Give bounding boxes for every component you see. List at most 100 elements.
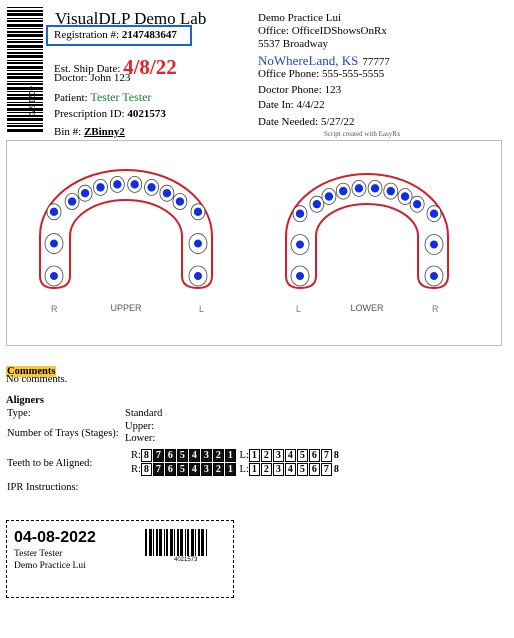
- tooth-number-box[interactable]: 8: [332, 450, 340, 461]
- arch-outline: [285, 173, 449, 290]
- teeth-row: R: 8 7 6 5 4 3 2 1 L: 1 2 3 4 5 6 7 8: [131, 449, 341, 463]
- side-barcode-text: 4021573: [27, 86, 36, 118]
- tooth-number-box[interactable]: 2: [212, 463, 224, 476]
- barcode-bar: [7, 91, 43, 92]
- tooth-number-box[interactable]: 4: [188, 463, 200, 476]
- tooth-selected-dot: [50, 239, 58, 248]
- barcode-bar: [7, 10, 43, 12]
- upper-left-side-label: L: [199, 304, 204, 314]
- barcode-bar: [7, 39, 43, 40]
- office-phone: Office Phone: 555-555-5555: [258, 68, 385, 80]
- tooth-number-box[interactable]: 8: [140, 449, 152, 462]
- barcode-bar: [149, 529, 152, 556]
- tooth-number-box[interactable]: 3: [200, 463, 212, 476]
- barcode-bar: [174, 529, 175, 556]
- registration-value: 2147483647: [121, 29, 177, 41]
- barcode-bar: [7, 66, 43, 69]
- tooth-number-box[interactable]: 7: [152, 449, 164, 462]
- barcode-bar: [7, 83, 43, 85]
- tooth-number-box[interactable]: 3: [272, 449, 284, 462]
- barcode-bar: [166, 529, 168, 556]
- tooth-selected-dot: [147, 183, 156, 192]
- prescription-label: Prescription ID:: [54, 108, 125, 120]
- tooth-number-box[interactable]: 5: [296, 449, 308, 462]
- tooth-number-box[interactable]: 4: [284, 449, 296, 462]
- doctor-value: John 123: [90, 72, 131, 84]
- tooth-number-box[interactable]: 7: [320, 449, 332, 462]
- barcode-bar: [7, 118, 43, 121]
- barcode-bar: [177, 529, 179, 556]
- prescription-row: Prescription ID: 4021573: [54, 108, 166, 120]
- practice-zip: 77777: [362, 56, 390, 68]
- barcode-bar: [7, 94, 43, 96]
- barcode-bar: [7, 97, 43, 100]
- tooth-number-box[interactable]: 8: [332, 464, 340, 475]
- practice-office: Office: OfficeIDShowsOnRx: [258, 25, 387, 37]
- teeth-aligned-label: Teeth to be Aligned:: [7, 458, 93, 469]
- tooth-selected-dot: [429, 209, 439, 218]
- barcode-bar: [7, 73, 43, 75]
- tooth-selected-dot: [324, 192, 334, 201]
- tooth-number-box[interactable]: 6: [164, 463, 176, 476]
- aligner-type-value: Standard: [125, 408, 163, 419]
- barcode-bar: [153, 529, 154, 556]
- tooth-number-box[interactable]: 1: [224, 463, 236, 476]
- barcode-bar: [7, 7, 43, 8]
- tooth-number-box[interactable]: 4: [284, 463, 296, 476]
- tooth-selected-dot: [354, 184, 364, 193]
- lower-left-side-label: L: [296, 304, 301, 314]
- tooth-number-box[interactable]: 1: [224, 449, 236, 462]
- teeth-row: R: 8 7 6 5 4 3 2 1 L: 1 2 3 4 5 6 7 8: [131, 463, 341, 477]
- teeth-aligned-grid: R: 8 7 6 5 4 3 2 1 L: 1 2 3 4 5 6 7 8 R: 8 7 6 5 4 3 2 1 L: 1 2 3 4 5 6…: [131, 449, 341, 477]
- tooth-number-box[interactable]: 5: [296, 463, 308, 476]
- tooth-number-box[interactable]: 2: [212, 449, 224, 462]
- tooth-number-box[interactable]: 7: [320, 463, 332, 476]
- barcode-bar: [7, 60, 43, 61]
- tooth-number-box[interactable]: 2: [260, 449, 272, 462]
- barcode-bar: [7, 129, 43, 132]
- ticket-barcode-text: 4021573: [174, 557, 198, 563]
- date-in: Date In: 4/4/22: [258, 99, 325, 111]
- tooth-number-box[interactable]: 5: [176, 449, 188, 462]
- ship-date-value: 4/8/22: [123, 55, 177, 79]
- tooth-selected-dot: [193, 207, 203, 217]
- aligner-type-label: Type:: [7, 408, 31, 419]
- comments-text: No comments.: [6, 374, 68, 385]
- tooth-number-box[interactable]: 7: [152, 463, 164, 476]
- tooth-number-box[interactable]: 6: [164, 449, 176, 462]
- upper-right-side-label: R: [51, 304, 58, 314]
- barcode-bar: [7, 104, 43, 106]
- trays-upper-label: Upper:: [125, 421, 155, 432]
- tooth-number-box[interactable]: 3: [200, 449, 212, 462]
- tooth-number-box[interactable]: 1: [248, 449, 260, 462]
- tooth-chart-svg: R UPPER L L LOWER R: [39, 169, 449, 314]
- tooth-selected-dot: [80, 189, 90, 198]
- tooth-number-box[interactable]: 5: [176, 463, 188, 476]
- tooth-selected-dot: [412, 199, 422, 209]
- tooth-number-box[interactable]: 6: [308, 463, 320, 476]
- barcode-bar: [7, 76, 43, 79]
- teeth-r-label: R:: [131, 464, 141, 475]
- tooth-selected-dot: [339, 186, 348, 196]
- lower-right-side-label: R: [432, 304, 439, 314]
- barcode-bar: [7, 24, 43, 27]
- barcode-bar: [7, 123, 43, 124]
- tooth-number-box[interactable]: 6: [308, 449, 320, 462]
- prescription-value: 4021573: [127, 108, 166, 120]
- tooth-selected-dot: [130, 180, 139, 189]
- tooth-selected-dot: [175, 197, 185, 206]
- ticket-practice: Demo Practice Lui: [14, 561, 86, 571]
- tooth-number-box[interactable]: 4: [188, 449, 200, 462]
- tooth-number-box[interactable]: 2: [260, 463, 272, 476]
- barcode-bar: [7, 115, 43, 117]
- tooth-number-box[interactable]: 1: [248, 463, 260, 476]
- tooth-selected-dot: [96, 183, 105, 192]
- barcode-bar: [164, 529, 165, 556]
- tooth-number-box[interactable]: 3: [272, 463, 284, 476]
- tooth-number-box[interactable]: 8: [140, 463, 152, 476]
- barcode-bar: [7, 28, 43, 29]
- tooth-selected-dot: [312, 199, 322, 209]
- barcode-bar: [206, 529, 207, 556]
- trays-lower-label: Lower:: [125, 433, 156, 444]
- doctor-row: Doctor: John 123: [54, 72, 130, 84]
